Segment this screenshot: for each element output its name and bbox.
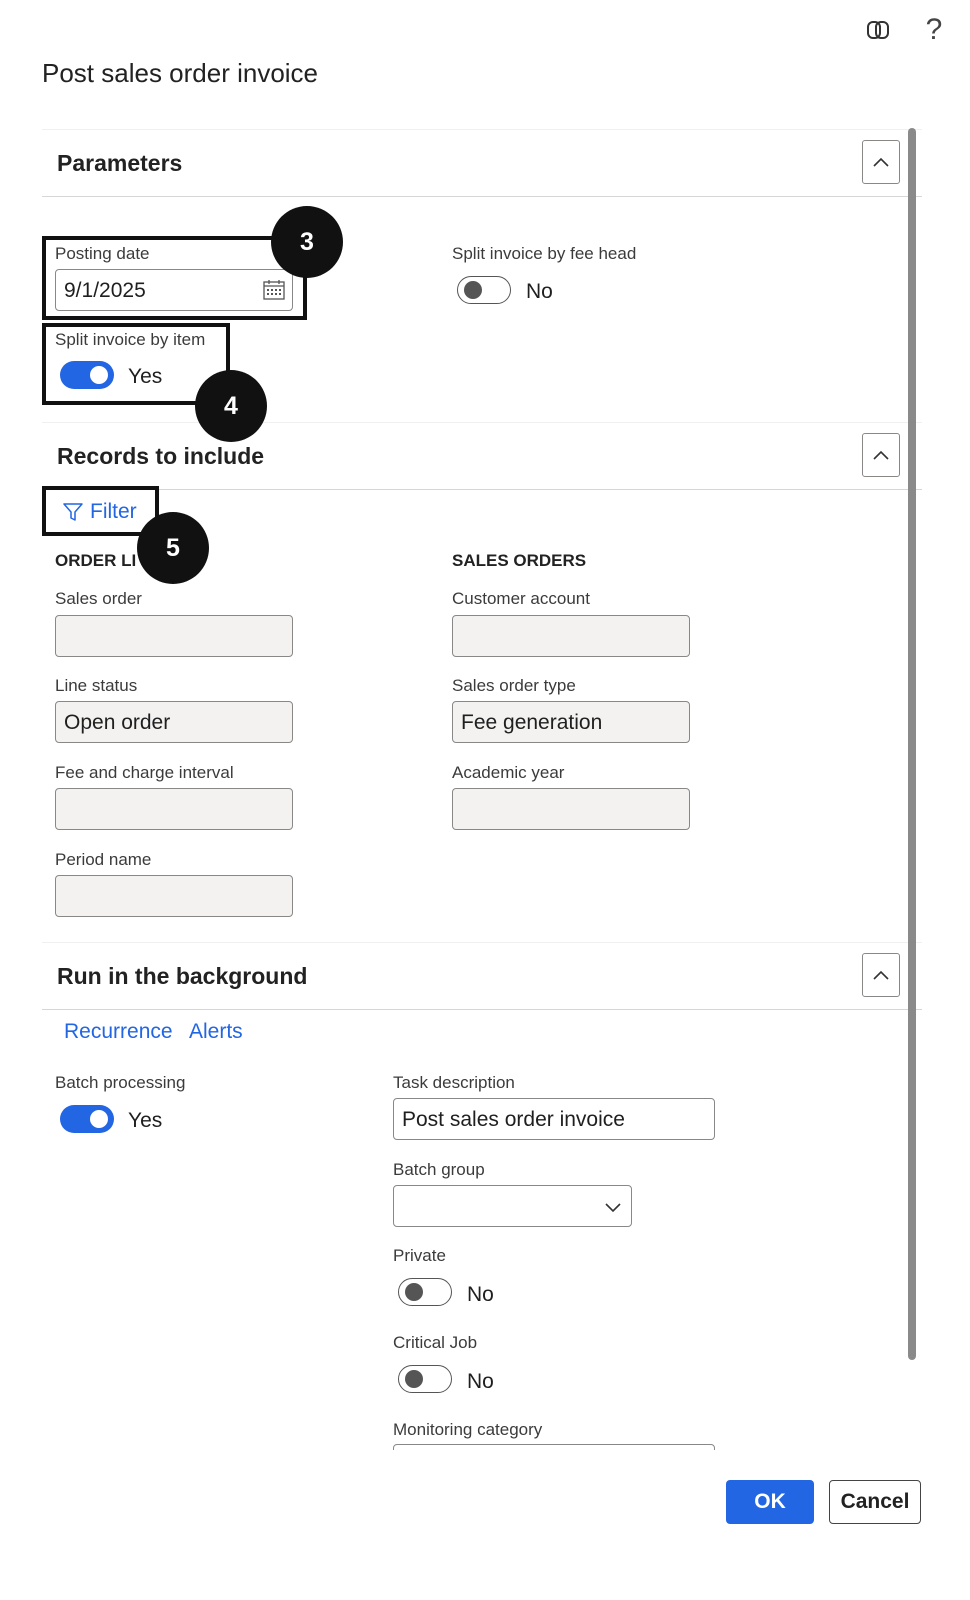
line-status-label: Line status [55, 676, 138, 695]
records-section-header: Records to include [42, 422, 922, 490]
period-name-label: Period name [55, 850, 152, 869]
toggle-knob [464, 281, 482, 299]
header-icons: ? [864, 14, 948, 46]
toggle-knob [90, 1110, 108, 1128]
background-collapse-button[interactable] [862, 953, 900, 997]
records-collapse-button[interactable] [862, 433, 900, 477]
private-toggle[interactable] [398, 1278, 452, 1306]
academic-year-input[interactable] [452, 788, 690, 830]
critical-job-label: Critical Job [393, 1333, 478, 1352]
callout-5: 5 [137, 512, 209, 584]
scrollbar[interactable] [908, 128, 916, 1360]
customer-account-label: Customer account [452, 589, 590, 608]
private-label: Private [393, 1246, 446, 1265]
chevron-up-icon [873, 970, 889, 980]
batch-processing-toggle[interactable] [60, 1105, 114, 1133]
academic-year-label: Academic year [452, 763, 565, 782]
parameters-section-header: Parameters [42, 129, 922, 197]
parameters-title: Parameters [57, 150, 183, 176]
help-icon[interactable]: ? [920, 14, 948, 46]
tab-recurrence[interactable]: Recurrence [64, 1020, 173, 1044]
order-lines-heading: ORDER LI [55, 551, 137, 570]
copilot-icon[interactable] [864, 14, 892, 46]
chevron-down-icon [605, 1203, 621, 1213]
chevron-up-icon [873, 450, 889, 460]
ok-button[interactable]: OK [726, 1480, 814, 1524]
period-name-input[interactable] [55, 875, 293, 917]
line-status-input[interactable]: Open order [55, 701, 293, 743]
sales-orders-heading: SALES ORDERS [452, 551, 587, 570]
tab-alerts[interactable]: Alerts [189, 1020, 243, 1044]
toggle-knob [405, 1283, 423, 1301]
customer-account-input[interactable] [452, 615, 690, 657]
background-title: Run in the background [57, 963, 308, 989]
records-title: Records to include [57, 443, 265, 469]
sales-order-label: Sales order [55, 589, 142, 608]
background-section-header: Run in the background [42, 942, 922, 1010]
private-state: No [467, 1283, 494, 1306]
task-description-input[interactable]: Post sales order invoice [393, 1098, 715, 1140]
callout-3: 3 [271, 206, 343, 278]
monitoring-category-label: Monitoring category [393, 1420, 543, 1439]
help-glyph: ? [925, 13, 943, 46]
batch-group-label: Batch group [393, 1160, 485, 1179]
monitoring-category-select[interactable] [393, 1444, 715, 1450]
batch-processing-label: Batch processing [55, 1073, 186, 1092]
critical-job-state: No [467, 1370, 494, 1393]
split-by-fee-head-label: Split invoice by fee head [452, 244, 637, 263]
critical-job-toggle[interactable] [398, 1365, 452, 1393]
monitoring-category-box [393, 1444, 715, 1450]
toggle-knob [405, 1370, 423, 1388]
sales-order-type-input[interactable]: Fee generation [452, 701, 690, 743]
chevron-up-icon [873, 157, 889, 167]
callout-box-posting-date [42, 236, 307, 320]
batch-group-select[interactable] [393, 1185, 632, 1227]
task-description-label: Task description [393, 1073, 515, 1092]
batch-processing-state: Yes [128, 1109, 163, 1132]
fee-interval-label: Fee and charge interval [55, 763, 234, 782]
split-by-fee-head-toggle[interactable] [457, 276, 511, 304]
dialog-title: Post sales order invoice [42, 58, 319, 88]
sales-order-input[interactable] [55, 615, 293, 657]
parameters-collapse-button[interactable] [862, 140, 900, 184]
callout-4: 4 [195, 370, 267, 442]
fee-interval-input[interactable] [55, 788, 293, 830]
cancel-button[interactable]: Cancel [829, 1480, 921, 1524]
split-by-fee-head-state: No [526, 280, 553, 303]
sales-order-type-label: Sales order type [452, 676, 576, 695]
